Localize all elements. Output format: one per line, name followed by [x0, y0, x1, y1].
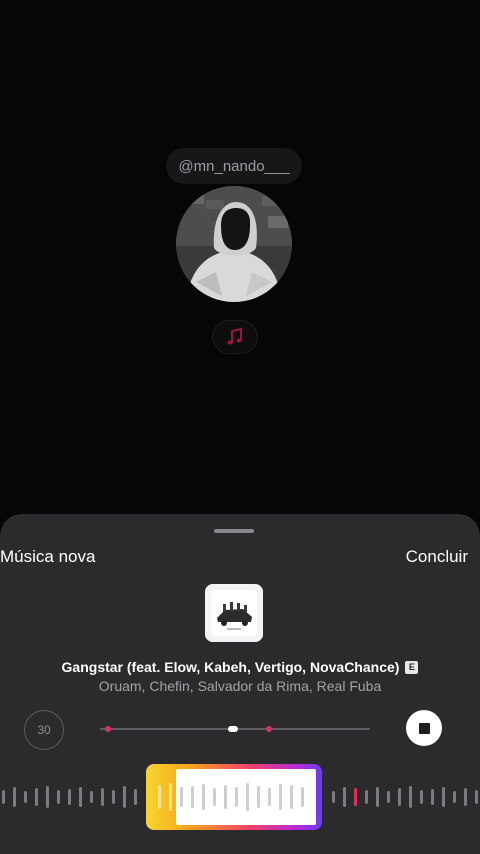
avatar-photo	[176, 186, 292, 302]
waveform-bar	[343, 787, 346, 807]
waveform-bar	[398, 788, 401, 806]
waveform-bar	[420, 790, 423, 804]
clip-scrubber[interactable]	[100, 726, 370, 732]
waveform-bar	[68, 789, 71, 805]
waveform-bar	[101, 788, 104, 806]
username-label: @mn_nando___	[178, 157, 290, 175]
waveform-bar	[365, 790, 368, 804]
waveform-bar	[134, 789, 137, 805]
waveform-bar	[332, 791, 335, 803]
explicit-badge: E	[405, 660, 419, 674]
selection-waveform-bar	[213, 788, 216, 806]
selection-waveform-bar	[180, 787, 183, 807]
track-title-row: Gangstar (feat. Elow, Kabeh, Vertigo, No…	[0, 659, 480, 675]
waveform-bar	[13, 787, 16, 807]
scrub-handle[interactable]	[228, 726, 238, 732]
waveform-bar	[79, 787, 82, 807]
track-title: Gangstar (feat. Elow, Kabeh, Vertigo, No…	[61, 659, 400, 675]
waveform-bar	[123, 786, 126, 808]
selection-waveform-bar	[169, 783, 172, 811]
waveform-bar	[475, 790, 478, 804]
track-artists: Oruam, Chefin, Salvador da Rima, Real Fu…	[98, 678, 382, 694]
duration-button[interactable]: 30	[24, 710, 64, 750]
selection-waveform-bar	[257, 786, 260, 808]
screen: @mn_nando___ Música nova Concluir Gangst…	[0, 0, 480, 854]
selection-waveform-bar	[290, 785, 293, 809]
sheet-title: Música nova	[0, 547, 96, 566]
selection-waveform-bar	[301, 787, 304, 807]
waveform-bar	[57, 790, 60, 804]
waveform-bar	[354, 788, 357, 806]
waveform-bar	[387, 791, 390, 803]
stop-icon	[418, 722, 430, 734]
waveform-bar	[442, 787, 445, 807]
waveform-bar	[35, 788, 38, 806]
waveform-bar	[464, 788, 467, 806]
waveform-bar	[2, 790, 5, 804]
music-note-icon	[227, 327, 242, 345]
music-note-button[interactable]	[212, 320, 258, 354]
selection-waveform-bar	[224, 785, 227, 809]
waveform-bar	[431, 789, 434, 805]
waveform-bar	[112, 790, 115, 804]
waveform-bar	[376, 787, 379, 807]
waveform-bar	[453, 791, 456, 803]
selection-waveform-bar	[268, 788, 271, 806]
selection-waveform-bar	[191, 786, 194, 808]
waveform-bar	[90, 791, 93, 803]
waveform-bar	[46, 786, 49, 808]
selection-waveform-bar	[235, 787, 238, 807]
selection-waveform-bar	[279, 784, 282, 810]
waveform-bar	[409, 786, 412, 808]
username-pill: @mn_nando___	[166, 148, 302, 184]
scrub-marker-end	[266, 726, 272, 732]
done-button[interactable]: Concluir	[406, 547, 468, 567]
sheet-grabber[interactable]	[214, 529, 254, 533]
duration-label: 30	[37, 723, 51, 737]
album-art	[205, 584, 263, 642]
waveform-bar	[24, 791, 27, 803]
scrub-marker-start	[105, 726, 111, 732]
avatar	[176, 186, 292, 302]
selection-waveform-bar	[202, 784, 205, 810]
selection-waveform-bar	[246, 783, 249, 811]
album-art-image	[205, 584, 263, 642]
selection-waveform-bar	[158, 785, 161, 809]
stop-button[interactable]	[406, 710, 442, 746]
